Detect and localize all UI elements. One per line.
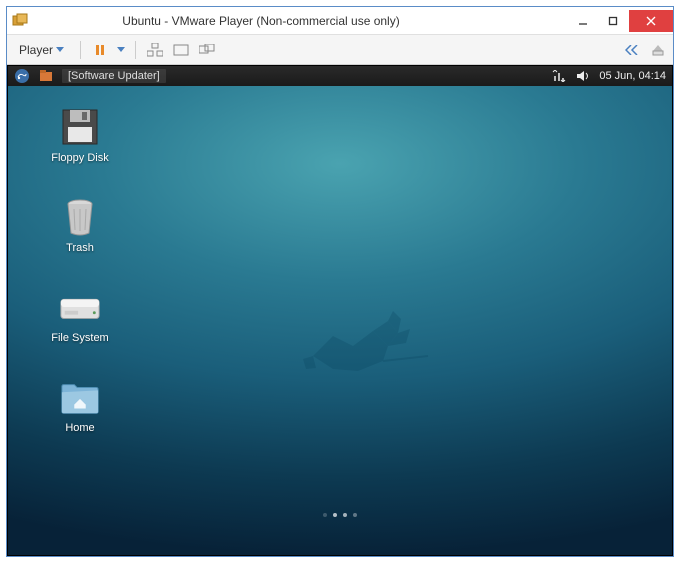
send-ctrl-alt-del-button[interactable] [146, 41, 164, 59]
titlebar: Ubuntu - VMware Player (Non-commercial u… [7, 7, 673, 35]
close-button[interactable] [629, 10, 673, 32]
pause-button[interactable] [91, 41, 109, 59]
chevron-down-icon [56, 47, 64, 53]
maximize-button[interactable] [599, 10, 627, 32]
home-folder-icon [59, 376, 101, 418]
network-icon[interactable] [551, 68, 567, 84]
xfce-menu-button[interactable] [14, 68, 30, 84]
minimize-button[interactable] [569, 10, 597, 32]
vm-display-frame: [Software Updater] 05 Jun, 04:14 [7, 65, 673, 556]
panel-clock[interactable]: 05 Jun, 04:14 [599, 70, 666, 82]
player-menu-label: Player [19, 43, 53, 57]
hard-disk-icon [59, 286, 101, 328]
window-title: Ubuntu - VMware Player (Non-commercial u… [0, 14, 567, 28]
top-panel: [Software Updater] 05 Jun, 04:14 [8, 66, 672, 86]
toolbar: Player [7, 35, 673, 65]
desktop-icon-label: Trash [66, 242, 94, 254]
volume-icon[interactable] [575, 68, 591, 84]
desktop-icon-trash[interactable]: Trash [42, 196, 118, 254]
desktop-icon-label: File System [51, 332, 108, 344]
desktop-icon-floppy[interactable]: Floppy Disk [42, 106, 118, 164]
wallpaper-art [298, 301, 438, 389]
desktop-icon-filesystem[interactable]: File System [42, 286, 118, 344]
unity-mode-button[interactable] [198, 41, 216, 59]
desktop-icon-home[interactable]: Home [42, 376, 118, 434]
player-menu[interactable]: Player [13, 41, 70, 59]
chevron-down-icon[interactable] [117, 47, 125, 53]
guest-desktop[interactable]: [Software Updater] 05 Jun, 04:14 [8, 66, 672, 555]
separator [135, 41, 136, 59]
trash-icon [59, 196, 101, 238]
floppy-disk-icon [59, 106, 101, 148]
fullscreen-button[interactable] [172, 41, 190, 59]
taskbar-app-button[interactable]: [Software Updater] [62, 69, 166, 83]
desktop-icon-label: Home [65, 422, 94, 434]
separator [80, 41, 81, 59]
loading-indicator [323, 513, 357, 517]
vmware-window: Ubuntu - VMware Player (Non-commercial u… [6, 6, 674, 557]
drive-icon[interactable] [649, 41, 667, 59]
desktop-icon-label: Floppy Disk [51, 152, 108, 164]
filemanager-launcher[interactable] [38, 68, 54, 84]
chevron-left-double-icon[interactable] [623, 41, 641, 59]
